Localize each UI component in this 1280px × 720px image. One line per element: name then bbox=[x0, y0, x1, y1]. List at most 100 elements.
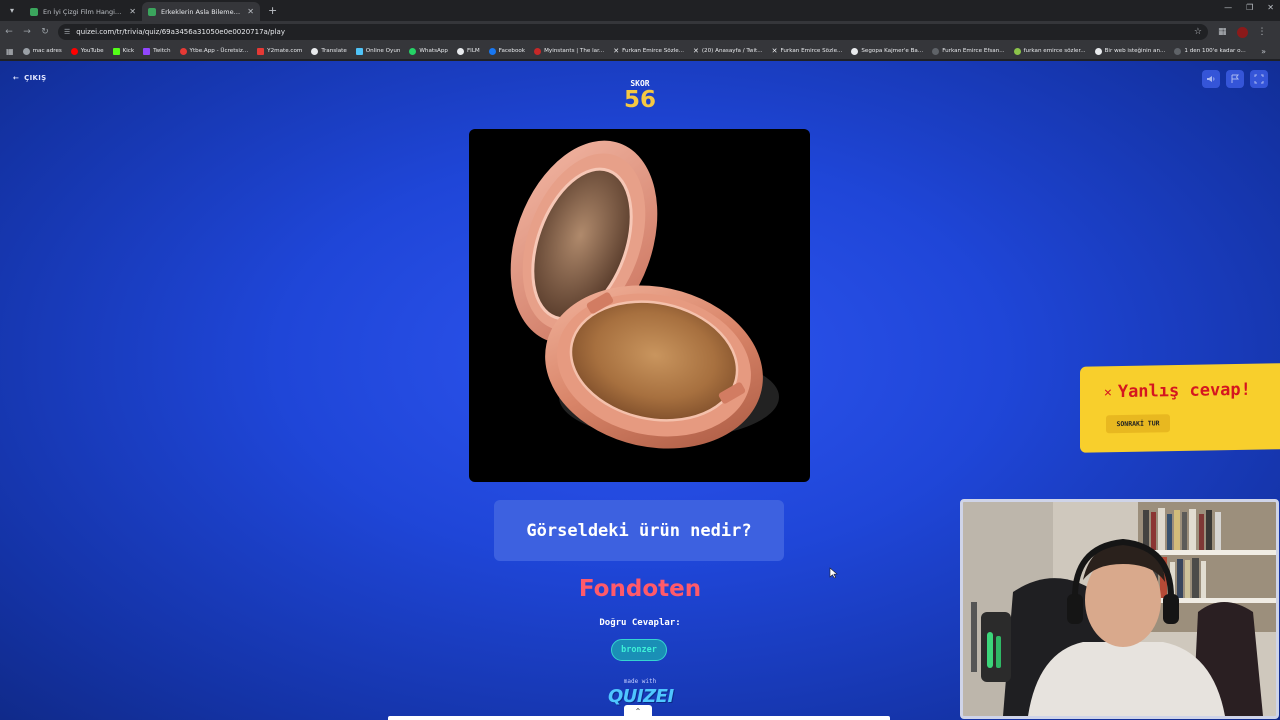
google-icon bbox=[311, 47, 319, 55]
browser-tab-active[interactable]: Erkeklerin Asla Bilemeyeceği Şe ✕ bbox=[142, 2, 260, 21]
site-icon bbox=[932, 47, 940, 55]
bookmark-item[interactable]: WhatsApp bbox=[409, 47, 448, 55]
new-tab-button[interactable]: + bbox=[268, 4, 277, 17]
bookmark-label: Furkan Emirce Sözle... bbox=[622, 48, 684, 54]
bookmark-item[interactable]: Translate bbox=[311, 47, 347, 55]
restore-icon[interactable]: ❐ bbox=[1246, 3, 1253, 12]
bookmark-label: 1 den 100'e kadar o... bbox=[1184, 48, 1246, 54]
bookmark-label: (20) Anasayfa / Twit... bbox=[701, 48, 763, 54]
toast-title: Yanlış cevap! bbox=[1117, 379, 1251, 403]
back-arrow-icon[interactable]: ← bbox=[0, 27, 18, 37]
webcam-overlay bbox=[960, 499, 1279, 719]
sound-icon[interactable] bbox=[1202, 70, 1220, 88]
quiz-tools bbox=[1202, 70, 1268, 88]
facebook-icon bbox=[488, 47, 496, 55]
bookmark-label: Segopa Kajmer'e Ba... bbox=[861, 48, 924, 54]
twitch-icon bbox=[143, 47, 151, 55]
bookmark-item[interactable]: Segopa Kajmer'e Ba... bbox=[851, 47, 924, 55]
medium-icon bbox=[1094, 47, 1102, 55]
bookmark-label: YouTube bbox=[80, 48, 104, 54]
bookmark-label: WhatsApp bbox=[419, 48, 448, 54]
bookmark-label: Kick bbox=[122, 48, 135, 54]
toast-header: ✕ Yanlış cevap! bbox=[1104, 380, 1251, 403]
window-close-icon[interactable]: ✕ bbox=[1267, 3, 1274, 12]
bookmark-label: Ytbe.App - Ücretsiz... bbox=[189, 48, 249, 54]
correct-answer-chip: bronzer bbox=[611, 639, 667, 661]
x-icon: ✕ bbox=[771, 47, 778, 55]
bookmark-item[interactable]: furkan emirce sözler... bbox=[1013, 47, 1086, 55]
extensions-icon[interactable]: ▦ bbox=[1218, 27, 1227, 37]
x-icon: ✕ bbox=[613, 47, 620, 55]
tab-favicon bbox=[148, 7, 156, 16]
bookmark-label: Furkan Emirce Sözle... bbox=[780, 48, 843, 54]
tab-favicon bbox=[30, 7, 38, 16]
bookmark-item[interactable]: Furkan Emirce Efsan... bbox=[932, 47, 1005, 55]
browser-tabstrip: ▾ En İyi Çizgi Film Hangisi? - Tie ✕ Erk… bbox=[0, 0, 1280, 21]
reload-icon[interactable]: ↻ bbox=[36, 27, 54, 37]
bookmark-item[interactable]: ✕ Furkan Emirce Sözle... bbox=[613, 47, 684, 55]
bookmark-item[interactable]: Online Oyun bbox=[355, 47, 401, 55]
minimize-icon[interactable]: — bbox=[1224, 3, 1232, 12]
globe-icon bbox=[22, 47, 30, 55]
close-x-icon: ✕ bbox=[1104, 384, 1112, 400]
next-round-button[interactable]: SONRAKİ TUR bbox=[1106, 414, 1170, 434]
youtube-icon bbox=[70, 47, 78, 55]
menu-kebab-icon[interactable]: ⋮ bbox=[1258, 27, 1267, 37]
bookmark-label: Y2mate.com bbox=[267, 48, 303, 54]
bookmark-item[interactable]: ✕ (20) Anasayfa / Twit... bbox=[693, 47, 763, 55]
chevron-right-icon[interactable]: » bbox=[1261, 47, 1266, 56]
bookmark-label: Bir web isteğinin an... bbox=[1104, 48, 1166, 54]
close-icon[interactable]: ✕ bbox=[247, 7, 254, 16]
question-text: Görseldeki ürün nedir? bbox=[494, 500, 784, 561]
flag-icon[interactable] bbox=[1226, 70, 1244, 88]
wrong-answer-toast: ✕ Yanlış cevap! SONRAKİ TUR bbox=[1080, 363, 1280, 453]
bookmarks-bar: ▦ mac adres YouTube Kick Twitch Ytbe.App… bbox=[0, 43, 1280, 60]
bookmark-label: mac adres bbox=[32, 48, 62, 54]
forward-arrow-icon[interactable]: → bbox=[18, 27, 36, 37]
site-icon bbox=[1174, 47, 1182, 55]
profile-avatar[interactable] bbox=[1236, 26, 1248, 38]
site-info-icon[interactable]: ☰ bbox=[64, 28, 70, 36]
bookmark-item[interactable]: YouTube bbox=[70, 47, 104, 55]
bookmark-label: Translate bbox=[321, 48, 347, 54]
apps-grid-icon[interactable]: ▦ bbox=[6, 47, 14, 56]
bookmark-item[interactable]: mac adres bbox=[22, 47, 62, 55]
address-bar[interactable]: ☰ quizei.com/tr/trivia/quiz/69a3456a3105… bbox=[58, 24, 1208, 40]
bookmark-item[interactable]: 1 den 100'e kadar o... bbox=[1174, 47, 1246, 55]
tab-title: Erkeklerin Asla Bilemeyeceği Şe bbox=[161, 7, 242, 16]
bookmark-item[interactable]: Facebook bbox=[488, 47, 526, 55]
streamer-camera-image bbox=[963, 502, 1276, 716]
x-icon: ✕ bbox=[693, 47, 699, 55]
tab-title: En İyi Çizgi Film Hangisi? - Tie bbox=[43, 7, 124, 16]
myinstants-icon bbox=[534, 47, 542, 55]
google-icon bbox=[456, 47, 464, 55]
mouse-cursor-icon bbox=[829, 567, 838, 579]
game-icon bbox=[355, 47, 363, 55]
browser-toolbar: ← → ↻ ☰ quizei.com/tr/trivia/quiz/69a345… bbox=[0, 21, 1280, 43]
bookmark-item[interactable]: Kick bbox=[112, 47, 135, 55]
fullscreen-icon[interactable] bbox=[1250, 70, 1268, 88]
bookmark-item[interactable]: ✕ Furkan Emirce Sözle... bbox=[772, 47, 843, 55]
bookmark-label: furkan emirce sözler... bbox=[1023, 48, 1086, 54]
bookmark-label: Online Oyun bbox=[365, 48, 401, 54]
bookmark-item[interactable]: Myinstants | The lar... bbox=[534, 47, 604, 55]
bookmark-item[interactable]: Bir web isteğinin an... bbox=[1094, 47, 1166, 55]
chevron-up-icon[interactable]: ⌃ bbox=[624, 705, 652, 718]
quizei-logo[interactable]: QUIZEI bbox=[608, 686, 674, 707]
tab-search-chevron-icon[interactable]: ▾ bbox=[4, 2, 20, 18]
browser-tab[interactable]: En İyi Çizgi Film Hangisi? - Tie ✕ bbox=[24, 2, 142, 21]
bookmark-item[interactable]: Ytbe.App - Ücretsiz... bbox=[179, 47, 249, 55]
ytbe-icon bbox=[179, 47, 187, 55]
bookmark-item[interactable]: Twitch bbox=[143, 47, 171, 55]
score-value: 56 bbox=[623, 87, 656, 113]
bookmark-star-icon[interactable]: ☆ bbox=[1194, 27, 1202, 37]
bookmark-item[interactable]: Y2mate.com bbox=[257, 47, 303, 55]
address-url: quizei.com/tr/trivia/quiz/69a3456a31050e… bbox=[76, 28, 285, 36]
leaf-icon bbox=[1013, 47, 1021, 55]
bookmark-item[interactable]: FILM bbox=[456, 47, 480, 55]
compact-bronzer-icon bbox=[510, 140, 779, 449]
bookmark-label: Furkan Emirce Efsan... bbox=[942, 48, 1005, 54]
bookmark-label: FILM bbox=[466, 48, 480, 54]
close-icon[interactable]: ✕ bbox=[129, 7, 136, 16]
bookmark-label: Facebook bbox=[498, 48, 526, 54]
